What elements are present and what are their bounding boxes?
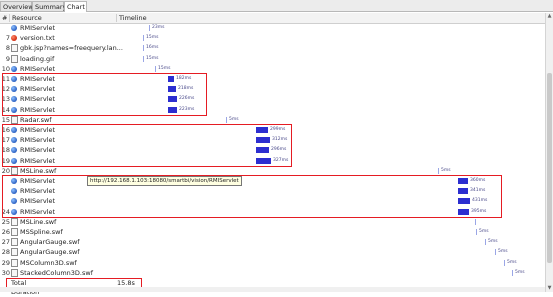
timeline-bar <box>485 239 486 246</box>
table-row[interactable]: 7 version.txt 15ms <box>0 33 545 43</box>
table-row[interactable]: 26 MSSpline.swf 5ms <box>0 227 545 237</box>
scrollbar-thumb[interactable] <box>547 73 552 263</box>
row-number: 27 <box>1 238 10 247</box>
table-row[interactable]: 8 gbk.jsp?names=freequery.lan... 16ms <box>0 43 545 53</box>
row-number: 7 <box>5 34 10 43</box>
timeline-duration: 5ms <box>515 269 525 275</box>
column-resource[interactable]: Resource <box>12 13 42 23</box>
timeline-bar <box>438 167 439 174</box>
column-num[interactable]: # <box>2 13 7 23</box>
timeline-duration: 5ms <box>479 229 489 234</box>
scroll-up-icon[interactable]: ▲ <box>547 14 552 19</box>
table-row[interactable]: 30 StackedColumn3D.swf 5ms <box>0 268 545 278</box>
row-number: 26 <box>1 228 10 236</box>
tab-summary[interactable]: Summary <box>32 1 66 11</box>
file-icon <box>11 217 18 226</box>
timeline-bar <box>475 218 476 225</box>
horizontal-scrollbar[interactable] <box>0 287 545 292</box>
resource-name: MSSpline.swf <box>20 228 63 236</box>
timeline-duration: 5ms <box>498 249 508 255</box>
row-number: 28 <box>1 248 10 257</box>
timeline-bar <box>495 249 496 256</box>
timeline-bar <box>143 55 144 62</box>
row-number: 29 <box>1 258 10 267</box>
resource-name: AngularGauge.swf <box>20 248 80 257</box>
row-number: 8 <box>5 44 10 53</box>
highlight-box-1 <box>2 73 207 116</box>
timeline-bar <box>504 259 505 266</box>
timeline-bar <box>476 229 477 235</box>
resource-name: MSColumn3D.swf <box>20 258 77 267</box>
tab-bar: Overview Summary Chart <box>0 0 553 12</box>
scroll-down-icon[interactable]: ▼ <box>547 286 552 291</box>
file-icon <box>11 268 18 277</box>
timeline-bar <box>512 269 513 276</box>
table-row[interactable]: 27 AngularGauge.swf 5ms <box>0 237 545 247</box>
file-icon <box>11 54 18 63</box>
file-icon <box>11 115 18 124</box>
resource-name: version.txt <box>20 34 55 43</box>
file-icon <box>11 44 18 53</box>
timeline-bar <box>226 116 227 123</box>
timeline-bar <box>143 35 144 42</box>
file-icon <box>11 166 18 175</box>
highlight-box-2 <box>2 124 292 167</box>
globe-icon <box>11 65 17 72</box>
timeline-duration: 16ms <box>146 45 159 51</box>
resource-name: MSLine.swf <box>20 217 57 226</box>
file-icon <box>11 238 18 247</box>
timeline-bar <box>149 25 150 31</box>
timeline-duration: 23ms <box>152 25 165 30</box>
table-row[interactable]: 9 loading.gif 15ms <box>0 54 545 64</box>
resource-name: StackedColumn3D.swf <box>20 268 93 277</box>
table-row[interactable]: RMIServlet 23ms <box>0 23 545 33</box>
timeline-duration: 5ms <box>507 259 517 265</box>
resource-name: RMIServlet <box>20 24 56 32</box>
row-number: 25 <box>1 217 10 226</box>
vertical-scrollbar[interactable]: ▲ ▼ <box>545 13 553 292</box>
file-icon <box>11 248 18 257</box>
row-number: 9 <box>5 54 10 63</box>
resource-name: gbk.jsp?names=freequery.lan... <box>20 44 123 53</box>
timeline-bar <box>143 45 144 52</box>
table-row[interactable]: 28 AngularGauge.swf 5ms <box>0 247 545 257</box>
column-timeline[interactable]: Timeline <box>119 13 147 23</box>
table-row[interactable]: 29 MSColumn3D.swf 5ms <box>0 258 545 268</box>
resource-name: loading.gif <box>20 54 55 63</box>
resource-name: AngularGauge.swf <box>20 238 80 247</box>
error-icon <box>11 35 17 42</box>
timeline-duration: 5ms <box>488 239 498 245</box>
timeline-duration: 15ms <box>146 55 159 61</box>
timeline-bar <box>155 65 156 72</box>
tab-overview[interactable]: Overview <box>0 1 34 11</box>
row-number: 30 <box>1 268 10 277</box>
highlight-box-3 <box>2 175 502 218</box>
file-icon <box>11 228 18 236</box>
tab-chart[interactable]: Chart <box>64 1 87 12</box>
url-tooltip: http://192.168.1.103:18080/smartbi/visio… <box>87 176 242 186</box>
table-row[interactable]: 25 MSLine.swf <box>0 217 545 227</box>
timeline-duration: 15ms <box>146 35 159 41</box>
globe-icon <box>11 25 17 31</box>
file-icon <box>11 258 18 267</box>
